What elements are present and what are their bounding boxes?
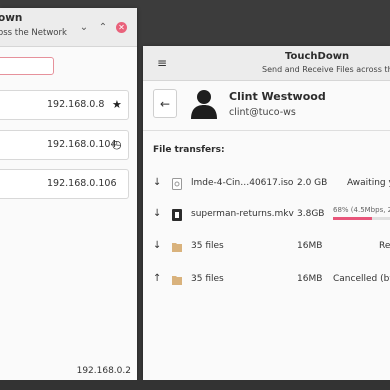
transfer-row[interactable]: ↓ superman-returns.mkv 3.8GB 68% (4.5Mbp…: [143, 204, 390, 228]
transfer-filename: 35 files: [191, 274, 224, 284]
touchdown-window: ≡ TouchDown Send and Receive Files acros…: [143, 46, 390, 380]
transfer-status: Cancelled (by: [333, 274, 390, 284]
progress-bar-fill: [333, 217, 372, 220]
device-ip: 192.168.0.106: [47, 178, 117, 189]
star-icon: ★: [112, 98, 122, 111]
back-window: own oss the Network ⌄ ⌃ ✕ 192.168.0.8 ★ …: [0, 8, 137, 384]
transfer-status: Awaiting y: [347, 178, 390, 188]
device-row[interactable]: 192.168.0.106: [0, 169, 129, 199]
device-row[interactable]: 192.168.0.104 ◷: [0, 130, 129, 160]
folder-icon: [172, 276, 182, 285]
transfer-row[interactable]: ↓ 35 files 16MB Re: [143, 236, 390, 260]
avatar-icon: [191, 90, 217, 119]
desktop-edge: [0, 380, 390, 390]
back-window-title: own: [0, 12, 23, 24]
device-ip: 192.168.0.104: [47, 139, 117, 150]
transfer-size: 2.0 GB: [297, 178, 328, 188]
disk-image-icon: [172, 178, 182, 190]
window-subtitle: Send and Receive Files across the N: [262, 65, 390, 74]
upload-arrow-icon: ↑: [153, 273, 162, 284]
transfer-status: 68% (4.5Mbps, 2: [333, 206, 390, 214]
transfer-size: 3.8GB: [297, 209, 325, 219]
clock-icon: ◷: [112, 138, 122, 151]
back-window-header[interactable]: own oss the Network ⌄ ⌃ ✕: [0, 8, 137, 47]
transfer-size: 16MB: [297, 274, 323, 284]
download-arrow-icon: ↓: [153, 208, 162, 219]
window-title: TouchDown: [285, 51, 350, 62]
contact-name: Clint Westwood: [229, 90, 326, 103]
back-window-subtitle: oss the Network: [0, 28, 67, 38]
download-arrow-icon: ↓: [153, 240, 162, 251]
folder-icon: [172, 243, 182, 252]
back-button[interactable]: ←: [153, 89, 177, 118]
transfer-filename: superman-returns.mkv: [191, 209, 294, 219]
arrow-left-icon: ←: [159, 97, 171, 111]
menu-icon[interactable]: ≡: [157, 56, 167, 70]
device-filter-input[interactable]: [0, 57, 54, 75]
transfer-filename: lmde-4-Cin…40617.iso: [191, 178, 294, 188]
front-window-header[interactable]: ≡ TouchDown Send and Receive Files acros…: [143, 46, 390, 81]
close-icon[interactable]: ✕: [116, 22, 127, 33]
divider: [143, 130, 390, 131]
transfer-row[interactable]: ↑ 35 files 16MB Cancelled (by: [143, 269, 390, 293]
transfer-size: 16MB: [297, 241, 323, 251]
transfer-row[interactable]: ↓ lmde-4-Cin…40617.iso 2.0 GB Awaiting y: [143, 173, 390, 197]
local-ip-label: 192.168.0.2: [76, 366, 131, 376]
video-icon: [172, 209, 182, 221]
download-arrow-icon: ↓: [153, 177, 162, 188]
device-row[interactable]: 192.168.0.8 ★: [0, 90, 129, 120]
file-transfers-heading: File transfers:: [153, 145, 225, 155]
transfer-status: Re: [379, 241, 390, 251]
progress-bar: [333, 217, 390, 220]
transfer-filename: 35 files: [191, 241, 224, 251]
maximize-icon[interactable]: ⌃: [97, 22, 109, 34]
contact-address: clint@tuco-ws: [229, 107, 296, 118]
device-ip: 192.168.0.8: [47, 99, 105, 110]
minimize-icon[interactable]: ⌄: [78, 22, 90, 34]
